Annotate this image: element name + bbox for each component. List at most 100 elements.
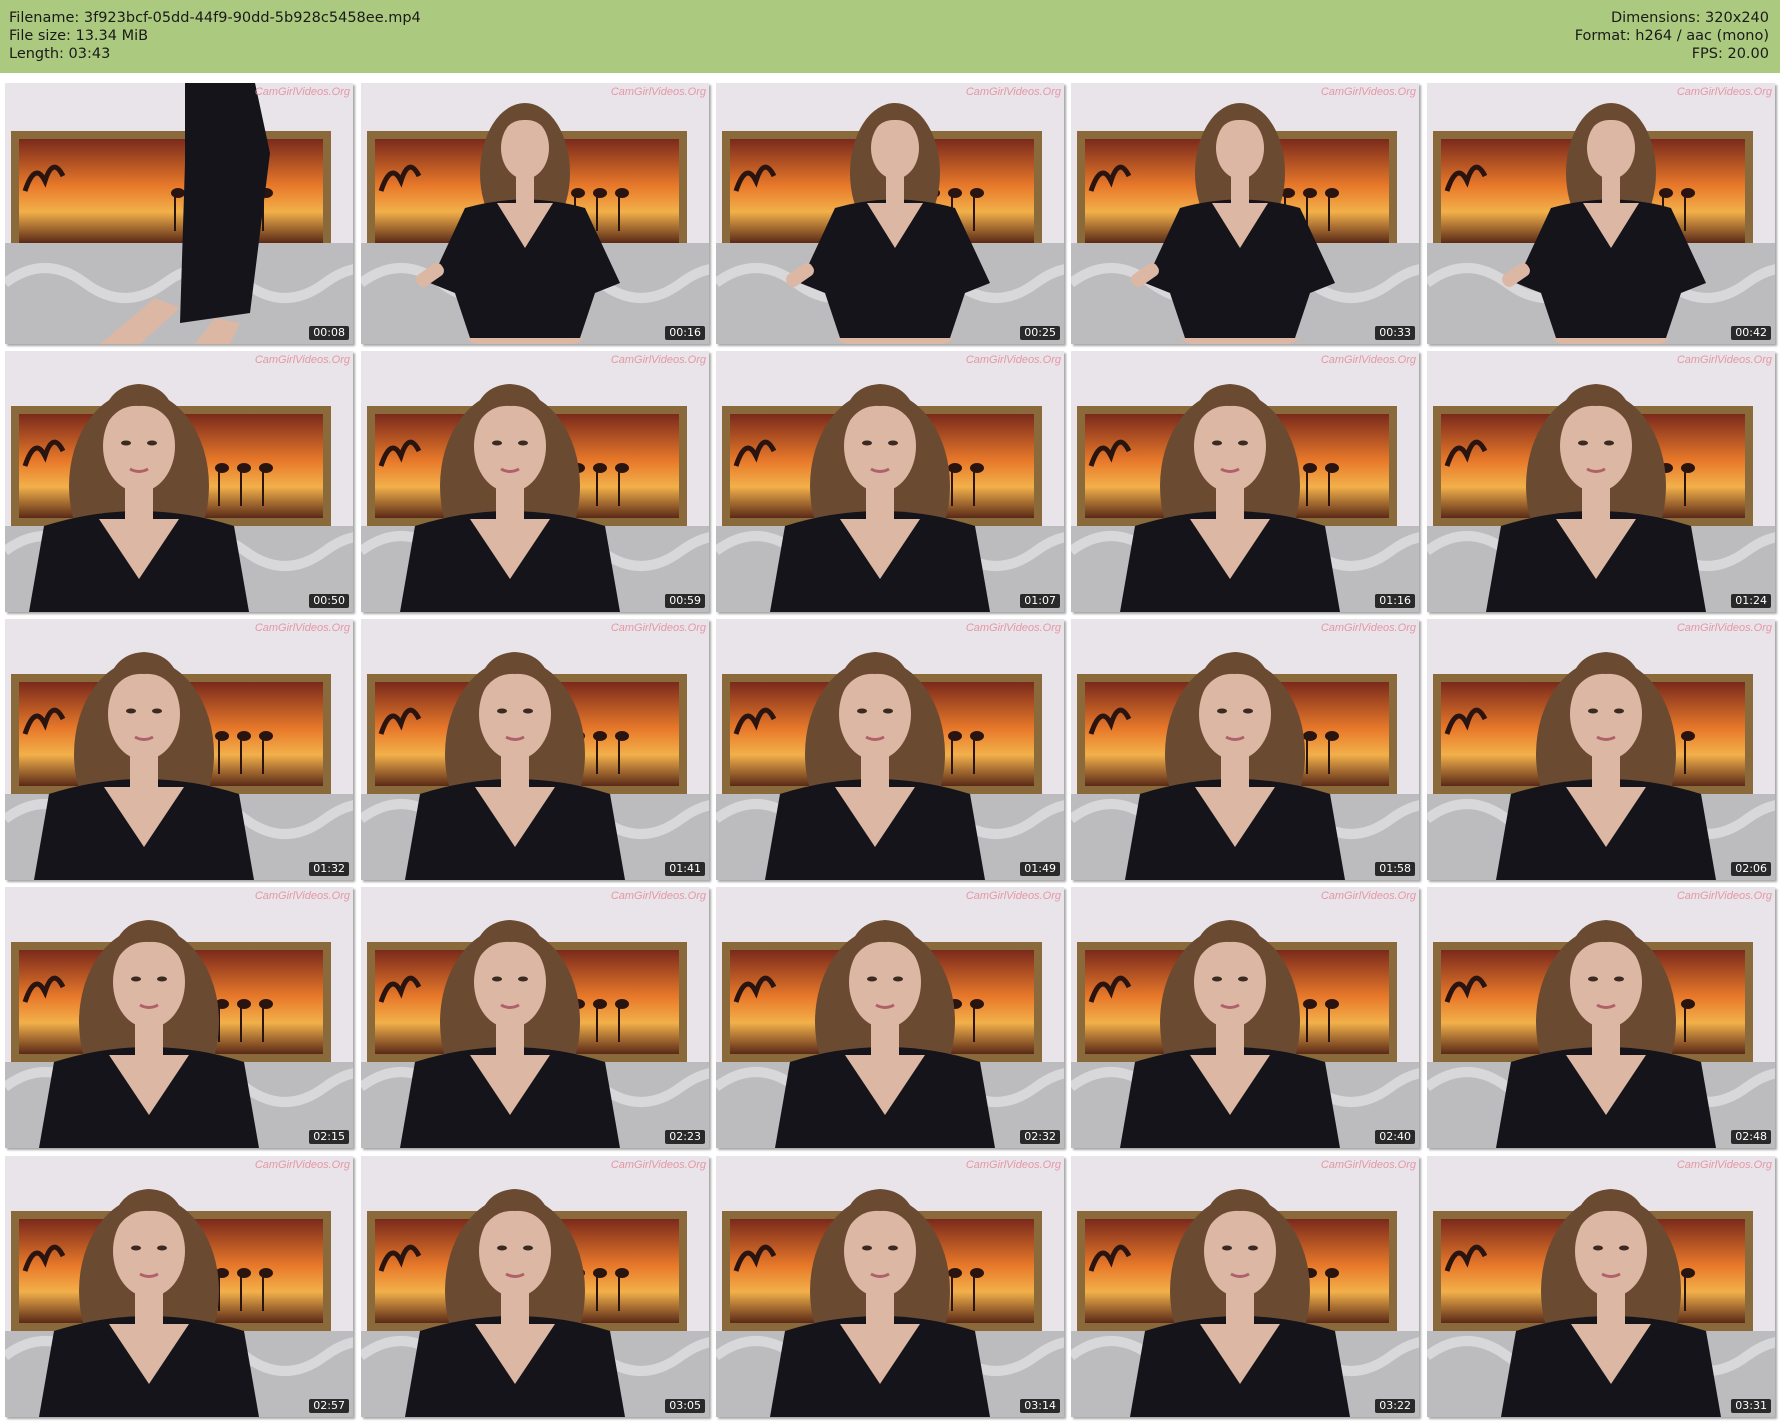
- frame-image: [716, 619, 1064, 880]
- video-frame-thumbnail: CamGirlVideos.Org 02:57: [5, 1156, 353, 1417]
- watermark-text: CamGirlVideos.Org: [610, 622, 706, 634]
- frame-image: [5, 83, 353, 344]
- watermark-text: CamGirlVideos.Org: [1676, 1159, 1772, 1171]
- video-frame-thumbnail: CamGirlVideos.Org 02:06: [1427, 619, 1775, 880]
- watermark-text: CamGirlVideos.Org: [1676, 622, 1772, 634]
- file-info-left: Filename: 3f923bcf-05dd-44f9-90dd-5b928c…: [9, 9, 421, 63]
- filesize-text: File size: 13.34 MiB: [9, 28, 149, 44]
- timestamp-label: 03:22: [1375, 1399, 1415, 1413]
- timestamp-label: 02:57: [309, 1399, 349, 1413]
- frame-image: [361, 619, 709, 880]
- timestamp-label: 03:31: [1731, 1399, 1771, 1413]
- video-frame-thumbnail: CamGirlVideos.Org 01:58: [1071, 619, 1419, 880]
- watermark-text: CamGirlVideos.Org: [610, 354, 706, 366]
- file-info-right: Dimensions: 320x240 Format: h264 / aac (…: [1575, 9, 1769, 63]
- video-frame-thumbnail: CamGirlVideos.Org 00:08: [5, 83, 353, 344]
- watermark-text: CamGirlVideos.Org: [965, 622, 1061, 634]
- timestamp-label: 00:08: [309, 326, 349, 340]
- timestamp-label: 01:58: [1375, 862, 1415, 876]
- watermark-text: CamGirlVideos.Org: [1320, 890, 1416, 902]
- frame-image: [361, 887, 709, 1148]
- video-frame-thumbnail: CamGirlVideos.Org 01:24: [1427, 351, 1775, 612]
- frame-image: [5, 1156, 353, 1417]
- video-frame-thumbnail: CamGirlVideos.Org 01:07: [716, 351, 1064, 612]
- dimensions-text: Dimensions: 320x240: [1610, 10, 1769, 26]
- video-frame-thumbnail: CamGirlVideos.Org 00:42: [1427, 83, 1775, 344]
- frame-image: [716, 351, 1064, 612]
- timestamp-label: 02:48: [1731, 1130, 1771, 1144]
- timestamp-label: 01:24: [1731, 594, 1771, 608]
- watermark-text: CamGirlVideos.Org: [254, 1159, 350, 1171]
- timestamp-label: 01:07: [1020, 594, 1060, 608]
- timestamp-label: 00:42: [1731, 326, 1771, 340]
- frame-image: [361, 351, 709, 612]
- timestamp-label: 01:32: [309, 862, 349, 876]
- frame-image: [1071, 887, 1419, 1148]
- frame-image: [716, 887, 1064, 1148]
- video-frame-thumbnail: CamGirlVideos.Org 02:40: [1071, 887, 1419, 1148]
- frame-image: [5, 619, 353, 880]
- video-frame-thumbnail: CamGirlVideos.Org 01:32: [5, 619, 353, 880]
- frame-image: [1427, 1156, 1775, 1417]
- watermark-text: CamGirlVideos.Org: [610, 890, 706, 902]
- watermark-text: CamGirlVideos.Org: [1320, 622, 1416, 634]
- timestamp-label: 02:06: [1731, 862, 1771, 876]
- video-frame-thumbnail: CamGirlVideos.Org 01:41: [361, 619, 709, 880]
- video-frame-thumbnail: CamGirlVideos.Org 03:14: [716, 1156, 1064, 1417]
- video-frame-thumbnail: CamGirlVideos.Org 01:16: [1071, 351, 1419, 612]
- video-frame-thumbnail: CamGirlVideos.Org 03:22: [1071, 1156, 1419, 1417]
- video-frame-thumbnail: CamGirlVideos.Org 02:48: [1427, 887, 1775, 1148]
- frame-image: [361, 83, 709, 344]
- timestamp-label: 00:59: [665, 594, 705, 608]
- timestamp-label: 01:16: [1375, 594, 1415, 608]
- frame-image: [1427, 351, 1775, 612]
- filename-text: Filename: 3f923bcf-05dd-44f9-90dd-5b928c…: [9, 10, 421, 26]
- frame-image: [1427, 83, 1775, 344]
- frame-image: [1071, 1156, 1419, 1417]
- timestamp-label: 00:16: [665, 326, 705, 340]
- watermark-text: CamGirlVideos.Org: [965, 354, 1061, 366]
- video-frame-thumbnail: CamGirlVideos.Org 00:33: [1071, 83, 1419, 344]
- video-frame-thumbnail: CamGirlVideos.Org 03:05: [361, 1156, 709, 1417]
- format-text: Format: h264 / aac (mono): [1574, 28, 1769, 44]
- timestamp-label: 03:05: [665, 1399, 705, 1413]
- video-frame-thumbnail: CamGirlVideos.Org 02:32: [716, 887, 1064, 1148]
- timestamp-label: 02:23: [665, 1130, 705, 1144]
- watermark-text: CamGirlVideos.Org: [254, 622, 350, 634]
- timestamp-label: 02:40: [1375, 1130, 1415, 1144]
- watermark-text: CamGirlVideos.Org: [610, 86, 706, 98]
- watermark-text: CamGirlVideos.Org: [610, 1159, 706, 1171]
- frame-image: [361, 1156, 709, 1417]
- video-frame-thumbnail: CamGirlVideos.Org 00:50: [5, 351, 353, 612]
- watermark-text: CamGirlVideos.Org: [965, 890, 1061, 902]
- video-frame-thumbnail: CamGirlVideos.Org 00:59: [361, 351, 709, 612]
- watermark-text: CamGirlVideos.Org: [254, 86, 350, 98]
- watermark-text: CamGirlVideos.Org: [1676, 86, 1772, 98]
- video-frame-thumbnail: CamGirlVideos.Org 00:25: [716, 83, 1064, 344]
- timestamp-label: 00:50: [309, 594, 349, 608]
- video-frame-thumbnail: CamGirlVideos.Org 01:49: [716, 619, 1064, 880]
- thumbnail-grid: CamGirlVideos.Org 00:08 CamGirlVideos.Org 0…: [0, 73, 1780, 1423]
- timestamp-label: 02:15: [309, 1130, 349, 1144]
- timestamp-label: 01:49: [1020, 862, 1060, 876]
- watermark-text: CamGirlVideos.Org: [1676, 890, 1772, 902]
- fps-text: FPS: 20.00: [1691, 46, 1769, 62]
- info-header: Filename: 3f923bcf-05dd-44f9-90dd-5b928c…: [0, 0, 1780, 73]
- watermark-text: CamGirlVideos.Org: [254, 890, 350, 902]
- frame-image: [1071, 83, 1419, 344]
- video-frame-thumbnail: CamGirlVideos.Org 00:16: [361, 83, 709, 344]
- video-frame-thumbnail: CamGirlVideos.Org 03:31: [1427, 1156, 1775, 1417]
- length-text: Length: 03:43: [9, 46, 111, 62]
- timestamp-label: 01:41: [665, 862, 705, 876]
- frame-image: [5, 887, 353, 1148]
- frame-image: [1427, 887, 1775, 1148]
- frame-image: [716, 83, 1064, 344]
- timestamp-label: 02:32: [1020, 1130, 1060, 1144]
- video-frame-thumbnail: CamGirlVideos.Org 02:23: [361, 887, 709, 1148]
- video-frame-thumbnail: CamGirlVideos.Org 02:15: [5, 887, 353, 1148]
- frame-image: [1427, 619, 1775, 880]
- watermark-text: CamGirlVideos.Org: [1676, 354, 1772, 366]
- watermark-text: CamGirlVideos.Org: [1320, 354, 1416, 366]
- watermark-text: CamGirlVideos.Org: [965, 86, 1061, 98]
- timestamp-label: 00:25: [1020, 326, 1060, 340]
